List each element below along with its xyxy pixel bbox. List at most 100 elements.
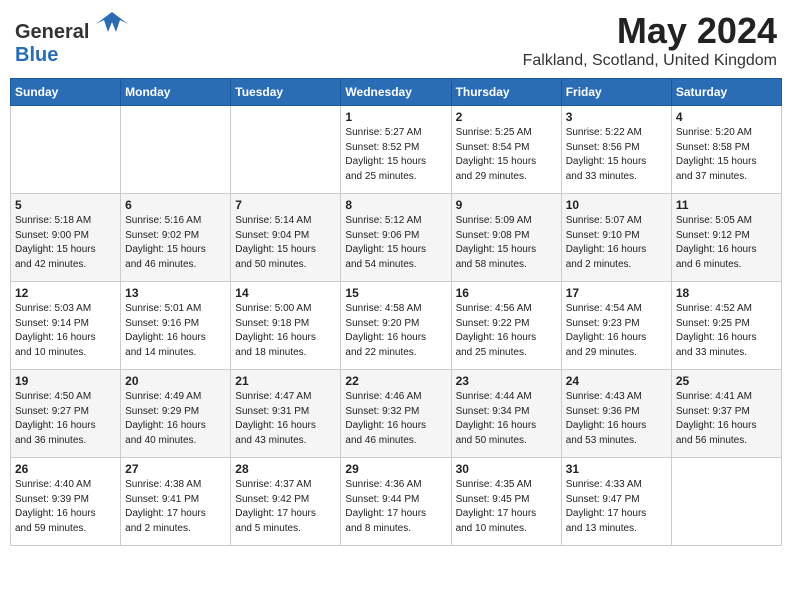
day-info: Sunrise: 5:18 AMSunset: 9:00 PMDaylight:…: [15, 214, 116, 272]
calendar-cell: 11Sunrise: 5:05 AMSunset: 9:12 PMDayligh…: [671, 194, 781, 282]
day-info: Sunrise: 4:36 AMSunset: 9:44 PMDaylight:…: [345, 478, 446, 536]
day-number: 4: [676, 110, 777, 124]
calendar-cell: 28Sunrise: 4:37 AMSunset: 9:42 PMDayligh…: [231, 458, 341, 546]
day-number: 30: [456, 462, 557, 476]
day-number: 15: [345, 286, 446, 300]
calendar-cell: 6Sunrise: 5:16 AMSunset: 9:02 PMDaylight…: [121, 194, 231, 282]
calendar-cell: 25 Sunrise: 4:41 AMSunset: 9:37 PMDayligh…: [671, 370, 781, 458]
calendar-cell: 12Sunrise: 5:03 AMSunset: 9:14 PMDayligh…: [11, 282, 121, 370]
week-row-3: 12Sunrise: 5:03 AMSunset: 9:14 PMDayligh…: [11, 282, 782, 370]
calendar-cell: 29 Sunrise: 4:36 AMSunset: 9:44 PMDayligh…: [341, 458, 451, 546]
calendar-cell: 31Sunrise: 4:33 AMSunset: 9:47 PMDayligh…: [561, 458, 671, 546]
day-number: 9: [456, 198, 557, 212]
day-number: 13: [125, 286, 226, 300]
day-number: 29: [345, 462, 446, 476]
calendar-cell: 8 Sunrise: 5:12 AMSunset: 9:06 PMDaylight…: [341, 194, 451, 282]
day-number: 6: [125, 198, 226, 212]
calendar-cell: 2 Sunrise: 5:25 AMSunset: 8:54 PMDaylight…: [451, 106, 561, 194]
calendar-cell: 24 Sunrise: 4:43 AMSunset: 9:36 PMDayligh…: [561, 370, 671, 458]
calendar-cell: 4 Sunrise: 5:20 AMSunset: 8:58 PMDaylight…: [671, 106, 781, 194]
day-number: 17: [566, 286, 667, 300]
day-info: Sunrise: 4:33 AMSunset: 9:47 PMDaylight:…: [566, 478, 667, 536]
day-info: Sunrise: 4:41 AMSunset: 9:37 PMDaylight:…: [676, 390, 777, 448]
day-info: Sunrise: 5:01 AMSunset: 9:16 PMDaylight:…: [125, 302, 226, 360]
day-info: Sunrise: 4:50 AMSunset: 9:27 PMDaylight:…: [15, 390, 116, 448]
day-info: Sunrise: 4:49 AMSunset: 9:29 PMDaylight:…: [125, 390, 226, 448]
col-header-friday: Friday: [561, 79, 671, 106]
calendar-table: SundayMondayTuesdayWednesdayThursdayFrid…: [10, 78, 782, 546]
day-info: Sunrise: 4:38 AMSunset: 9:41 PMDaylight:…: [125, 478, 226, 536]
calendar-cell: 14 Sunrise: 5:00 AMSunset: 9:18 PMDayligh…: [231, 282, 341, 370]
day-info: Sunrise: 5:05 AMSunset: 9:12 PMDaylight:…: [676, 214, 777, 272]
title-block: May 2024 Falkland, Scotland, United King…: [523, 10, 777, 70]
day-number: 18: [676, 286, 777, 300]
calendar-cell: 13 Sunrise: 5:01 AMSunset: 9:16 PMDayligh…: [121, 282, 231, 370]
calendar-cell: 5 Sunrise: 5:18 AMSunset: 9:00 PMDaylight…: [11, 194, 121, 282]
day-number: 23: [456, 374, 557, 388]
col-header-wednesday: Wednesday: [341, 79, 451, 106]
page-header: General Blue May 2024 Falkland, Scotland…: [10, 10, 782, 70]
calendar-cell: [671, 458, 781, 546]
day-info: Sunrise: 4:40 AMSunset: 9:39 PMDaylight:…: [15, 478, 116, 536]
calendar-cell: 1Sunrise: 5:27 AMSunset: 8:52 PMDaylight…: [341, 106, 451, 194]
day-number: 12: [15, 286, 116, 300]
calendar-cell: 17 Sunrise: 4:54 AMSunset: 9:23 PMDayligh…: [561, 282, 671, 370]
day-info: Sunrise: 4:43 AMSunset: 9:36 PMDaylight:…: [566, 390, 667, 448]
day-info: Sunrise: 5:20 AMSunset: 8:58 PMDaylight:…: [676, 126, 777, 184]
day-info: Sunrise: 4:54 AMSunset: 9:23 PMDaylight:…: [566, 302, 667, 360]
day-number: 5: [15, 198, 116, 212]
day-number: 16: [456, 286, 557, 300]
calendar-cell: 22 Sunrise: 4:46 AMSunset: 9:32 PMDayligh…: [341, 370, 451, 458]
calendar-cell: [121, 106, 231, 194]
calendar-cell: 7 Sunrise: 5:14 AMSunset: 9:04 PMDaylight…: [231, 194, 341, 282]
day-info: Sunrise: 5:00 AMSunset: 9:18 PMDaylight:…: [235, 302, 336, 360]
day-info: Sunrise: 4:58 AMSunset: 9:20 PMDaylight:…: [345, 302, 446, 360]
calendar-cell: 9 Sunrise: 5:09 AMSunset: 9:08 PMDaylight…: [451, 194, 561, 282]
day-info: Sunrise: 5:07 AMSunset: 9:10 PMDaylight:…: [566, 214, 667, 272]
day-number: 19: [15, 374, 116, 388]
day-info: Sunrise: 4:35 AMSunset: 9:45 PMDaylight:…: [456, 478, 557, 536]
header-row: SundayMondayTuesdayWednesdayThursdayFrid…: [11, 79, 782, 106]
day-info: Sunrise: 4:46 AMSunset: 9:32 PMDaylight:…: [345, 390, 446, 448]
calendar-cell: [11, 106, 121, 194]
day-number: 14: [235, 286, 336, 300]
day-info: Sunrise: 5:09 AMSunset: 9:08 PMDaylight:…: [456, 214, 557, 272]
week-row-4: 19 Sunrise: 4:50 AMSunset: 9:27 PMDayligh…: [11, 370, 782, 458]
day-number: 24: [566, 374, 667, 388]
day-number: 27: [125, 462, 226, 476]
week-row-1: 1Sunrise: 5:27 AMSunset: 8:52 PMDaylight…: [11, 106, 782, 194]
day-info: Sunrise: 5:22 AMSunset: 8:56 PMDaylight:…: [566, 126, 667, 184]
week-row-2: 5 Sunrise: 5:18 AMSunset: 9:00 PMDaylight…: [11, 194, 782, 282]
logo: General Blue: [15, 10, 128, 67]
day-info: Sunrise: 4:44 AMSunset: 9:34 PMDaylight:…: [456, 390, 557, 448]
calendar-cell: 15 Sunrise: 4:58 AMSunset: 9:20 PMDayligh…: [341, 282, 451, 370]
day-info: Sunrise: 5:27 AMSunset: 8:52 PMDaylight:…: [345, 126, 446, 184]
location: Falkland, Scotland, United Kingdom: [523, 52, 777, 70]
month-year: May 2024: [523, 10, 777, 52]
calendar-cell: 26Sunrise: 4:40 AMSunset: 9:39 PMDayligh…: [11, 458, 121, 546]
day-number: 22: [345, 374, 446, 388]
day-info: Sunrise: 4:56 AMSunset: 9:22 PMDaylight:…: [456, 302, 557, 360]
day-number: 8: [345, 198, 446, 212]
week-row-5: 26Sunrise: 4:40 AMSunset: 9:39 PMDayligh…: [11, 458, 782, 546]
col-header-saturday: Saturday: [671, 79, 781, 106]
day-info: Sunrise: 4:52 AMSunset: 9:25 PMDaylight:…: [676, 302, 777, 360]
calendar-cell: 19 Sunrise: 4:50 AMSunset: 9:27 PMDayligh…: [11, 370, 121, 458]
col-header-monday: Monday: [121, 79, 231, 106]
day-number: 20: [125, 374, 226, 388]
calendar-cell: [231, 106, 341, 194]
calendar-cell: 20 Sunrise: 4:49 AMSunset: 9:29 PMDayligh…: [121, 370, 231, 458]
calendar-cell: 21Sunrise: 4:47 AMSunset: 9:31 PMDayligh…: [231, 370, 341, 458]
day-number: 7: [235, 198, 336, 212]
day-info: Sunrise: 5:12 AMSunset: 9:06 PMDaylight:…: [345, 214, 446, 272]
day-info: Sunrise: 5:14 AMSunset: 9:04 PMDaylight:…: [235, 214, 336, 272]
logo-general-text: General: [15, 21, 89, 43]
day-number: 2: [456, 110, 557, 124]
day-number: 25: [676, 374, 777, 388]
day-number: 21: [235, 374, 336, 388]
calendar-cell: 23 Sunrise: 4:44 AMSunset: 9:34 PMDayligh…: [451, 370, 561, 458]
day-info: Sunrise: 5:25 AMSunset: 8:54 PMDaylight:…: [456, 126, 557, 184]
calendar-cell: 10 Sunrise: 5:07 AMSunset: 9:10 PMDayligh…: [561, 194, 671, 282]
calendar-cell: 16 Sunrise: 4:56 AMSunset: 9:22 PMDayligh…: [451, 282, 561, 370]
day-number: 10: [566, 198, 667, 212]
